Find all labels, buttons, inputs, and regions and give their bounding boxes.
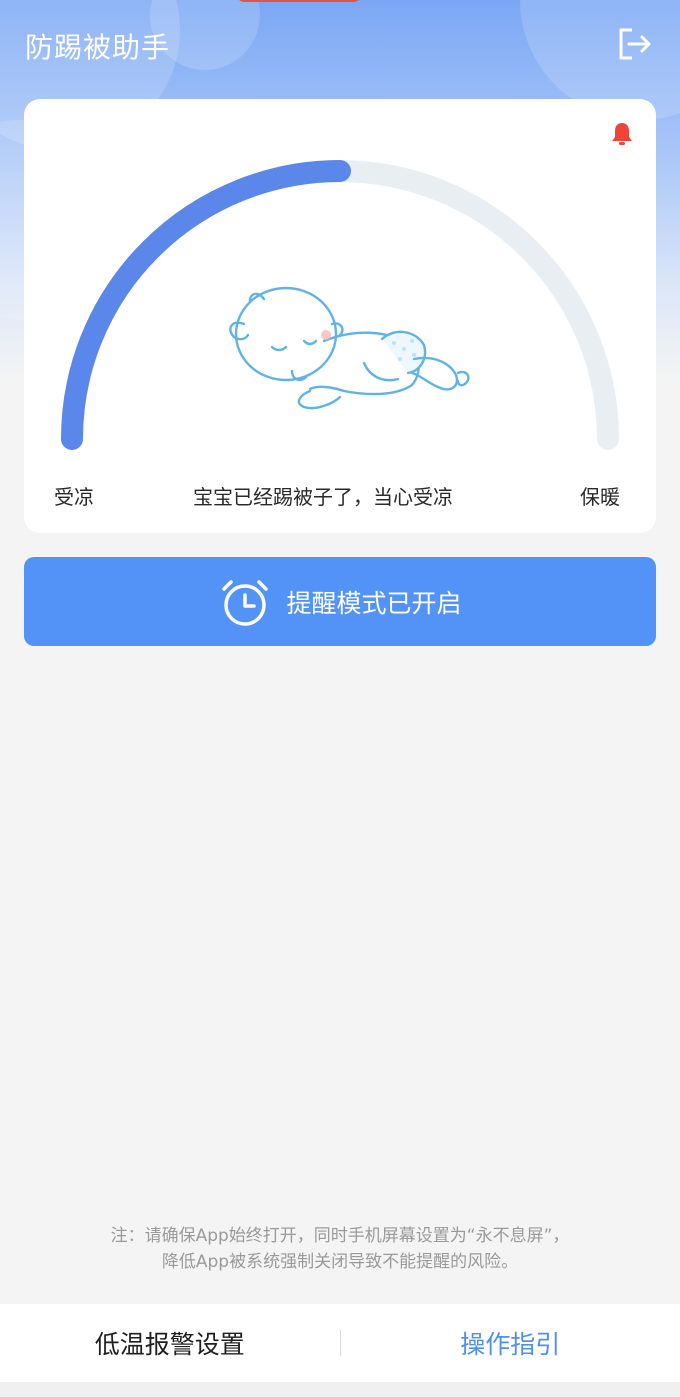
usage-note-line-1: 注：请确保App始终打开，同时手机屏幕设置为“永不息屏”， [110,1226,570,1246]
operation-guide-button[interactable]: 操作指引 [341,1325,680,1361]
status-message: 宝宝已经踢被子了，当心受凉 [193,485,453,509]
logout-button[interactable] [614,24,654,64]
status-card: 受凉 宝宝已经踢被子了，当心受凉 保暖 [24,99,656,533]
low-temp-alarm-settings-button[interactable]: 低温报警设置 [0,1325,340,1361]
reminder-mode-label: 提醒模式已开启 [286,588,462,618]
gauge-left-label: 受凉 [54,485,94,509]
app-title: 防踢被助手 [25,31,171,64]
reminder-mode-button[interactable]: 提醒模式已开启 [24,557,656,646]
sleeping-baby-illustration [229,286,470,410]
status-notch [235,0,363,2]
bottom-nav: 低温报警设置 操作指引 [0,1304,680,1382]
usage-note-line-2: 降低App被系统强制关闭导致不能提醒的风险。 [161,1252,519,1272]
logout-icon [619,28,651,60]
gauge-right-label: 保暖 [580,485,620,509]
alarm-clock-icon [222,579,269,626]
usage-note: 注：请确保App始终打开，同时手机屏幕设置为“永不息屏”， 降低App被系统强制… [0,1223,680,1275]
bottom-strip [0,1382,680,1397]
